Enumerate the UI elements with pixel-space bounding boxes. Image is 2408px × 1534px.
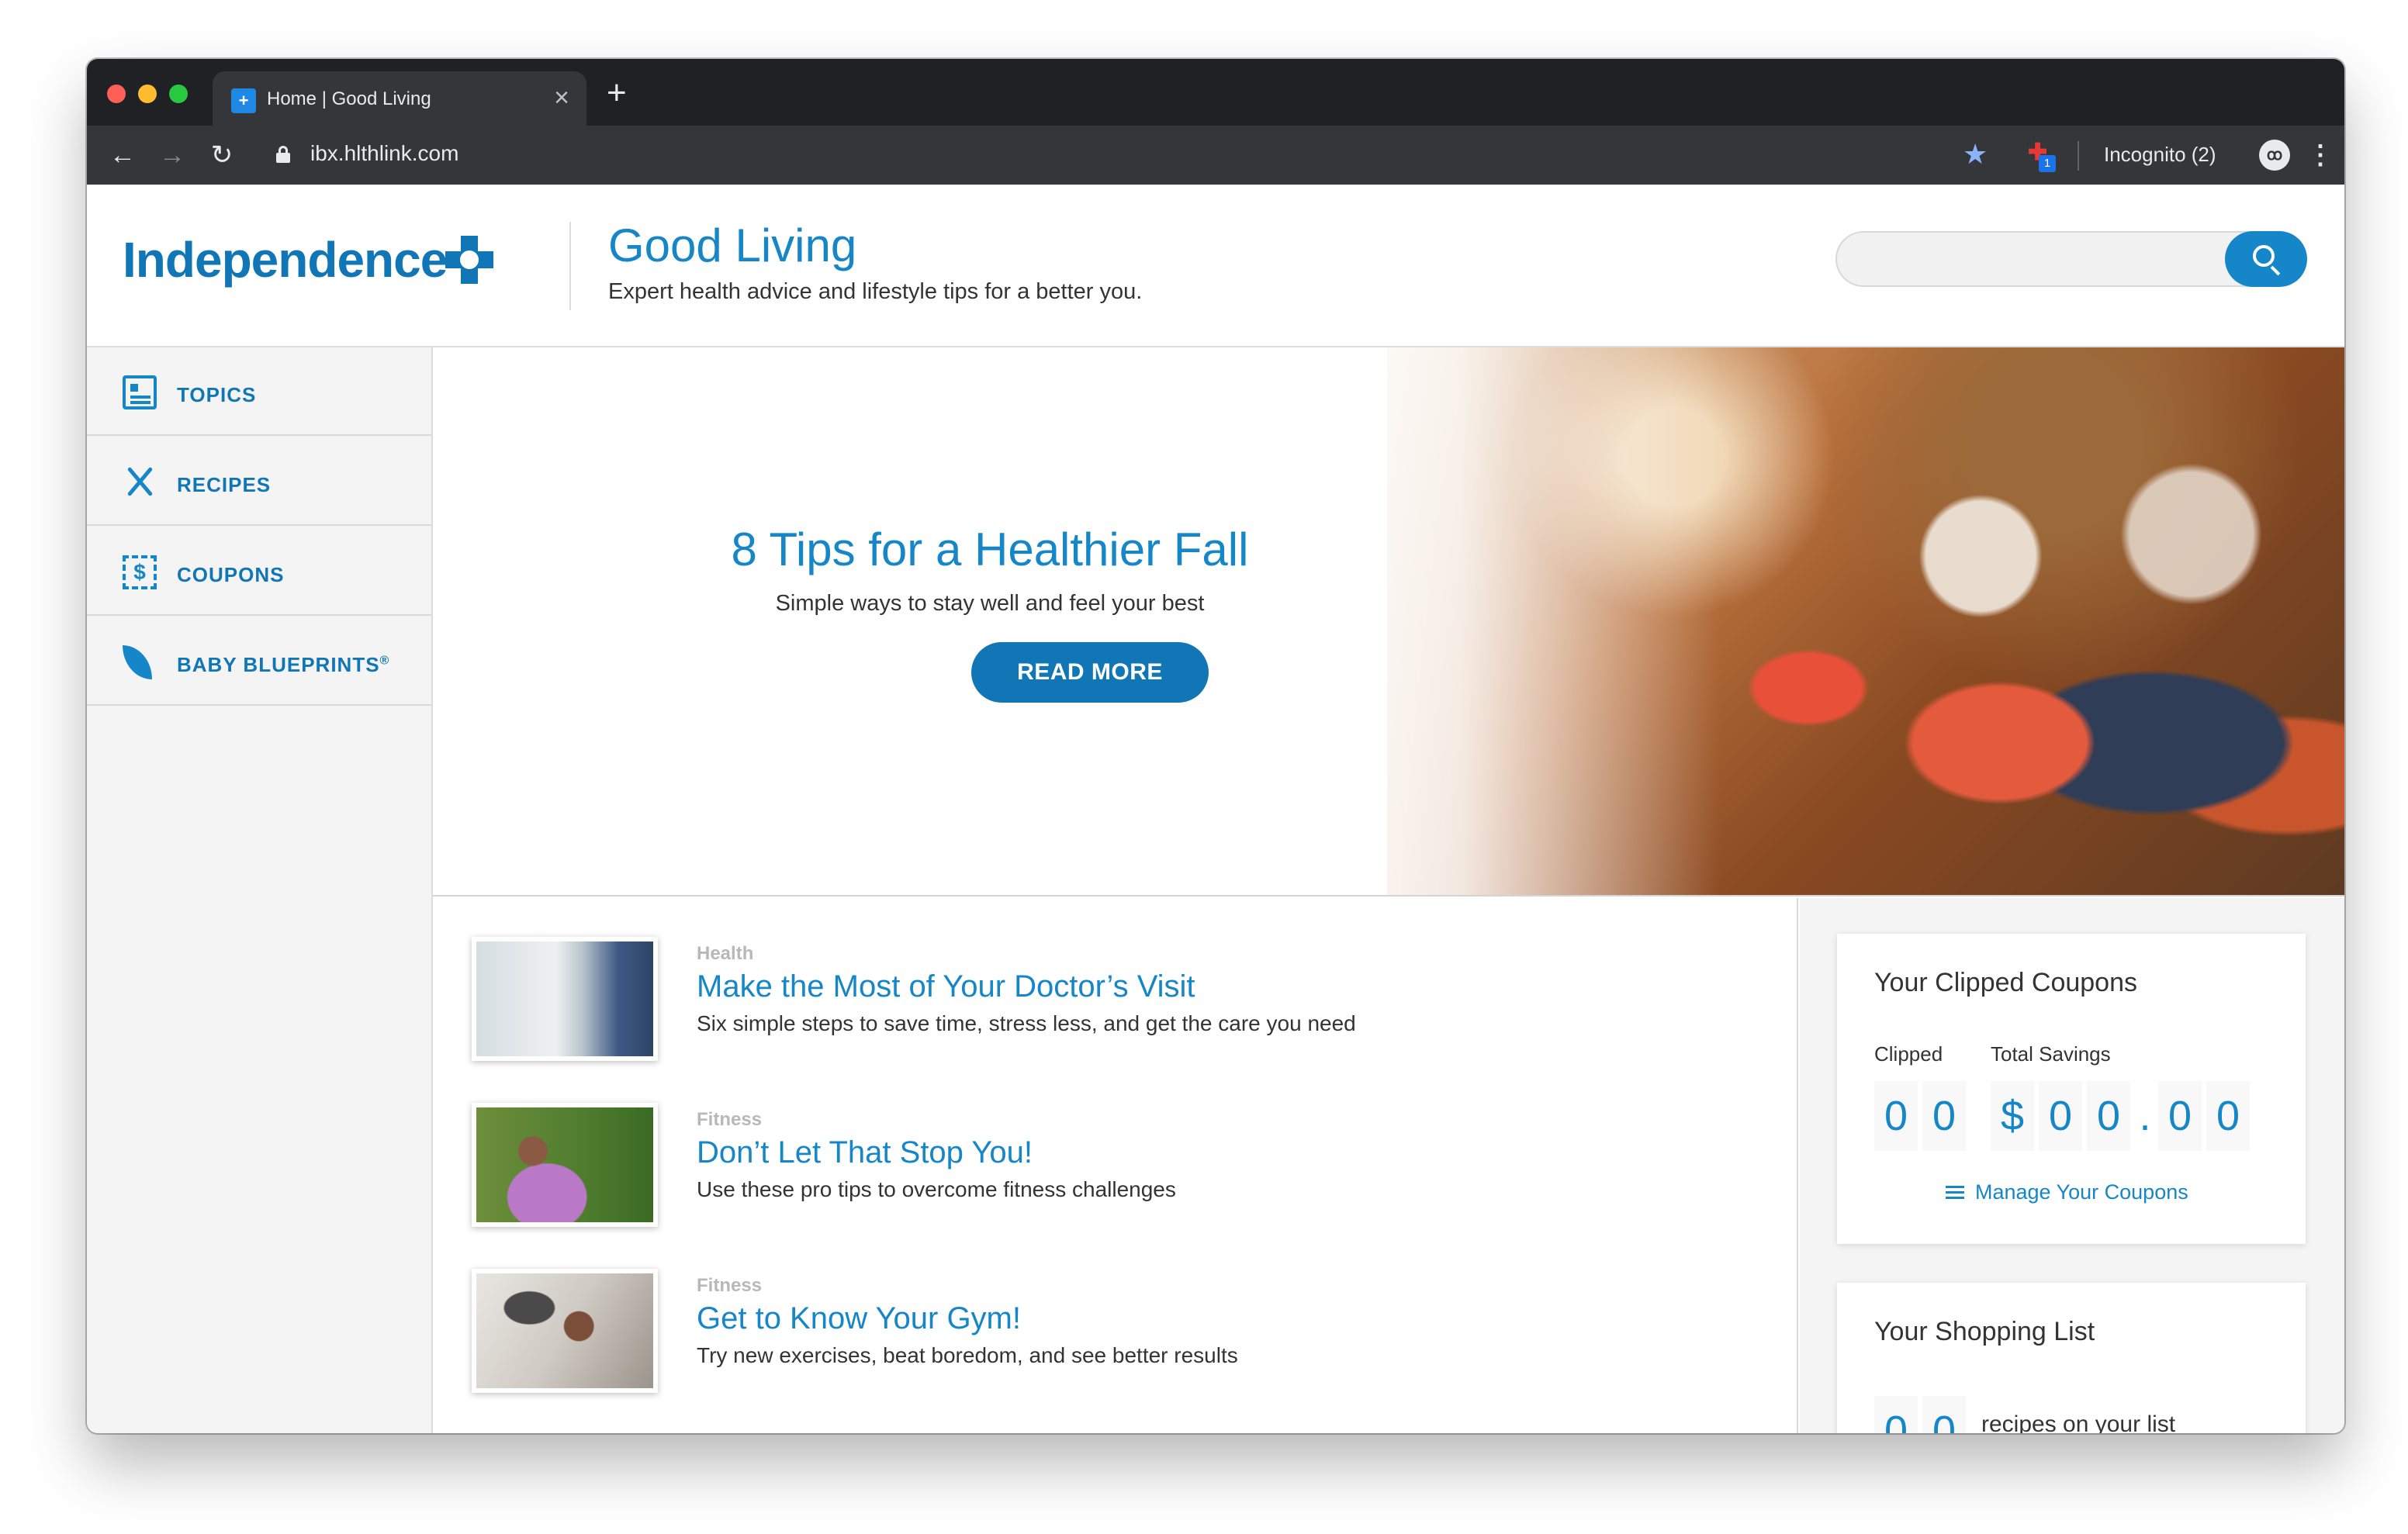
article-description: Try new exercises, beat boredom, and see…	[697, 1343, 1238, 1367]
sidebar-item-label: RECIPES	[177, 473, 272, 496]
article-title[interactable]: Get to Know Your Gym!	[697, 1301, 1021, 1336]
sidebar-item-coupons[interactable]: $ COUPONS	[87, 527, 431, 616]
savings-digit: $	[1991, 1081, 2034, 1151]
hero-subtitle: Simple ways to stay well and feel your b…	[775, 591, 1205, 616]
manage-coupons-link[interactable]: Manage Your Coupons	[1946, 1180, 2188, 1204]
tab-close-icon[interactable]: ×	[554, 82, 569, 113]
article-category: Health	[697, 943, 754, 964]
shopping-list-count-text[interactable]: recipes on your list	[1981, 1411, 2175, 1433]
search-input[interactable]	[1835, 231, 2251, 287]
sidebar-item-topics[interactable]: TOPICS	[87, 347, 431, 436]
list-item[interactable]: Health Make the Most of Your Doctor’s Vi…	[472, 937, 1775, 1069]
new-tab-button[interactable]: +	[607, 76, 627, 110]
newspaper-icon	[123, 375, 157, 409]
list-item[interactable]: Fitness Get to Know Your Gym! Try new ex…	[472, 1269, 1775, 1401]
right-column: Your Clipped Coupons Clipped Total Savin…	[1800, 898, 2344, 1433]
extension-badge: 1	[2039, 155, 2056, 172]
article-thumbnail[interactable]	[472, 1269, 658, 1393]
browser-tab[interactable]: + Home | Good Living ×	[213, 71, 586, 126]
article-title[interactable]: Make the Most of Your Doctor’s Visit	[697, 969, 1195, 1004]
browser-toolbar: ← → ↻ ibx.hlthlink.com ★ ✚ 1 Incognito (…	[87, 126, 2344, 185]
article-list: Health Make the Most of Your Doctor’s Vi…	[433, 898, 1798, 1433]
bookmark-star-icon[interactable]: ★	[1963, 135, 1988, 174]
browser-window: + Home | Good Living × + ← → ↻ ibx.hlthl…	[87, 59, 2344, 1433]
card-title: Your Clipped Coupons	[1874, 968, 2137, 997]
sidebar: TOPICS RECIPES $ COUPONS BABY BLUEPRINTS…	[87, 347, 433, 1433]
brand-logo[interactable]: Independence	[123, 231, 448, 288]
shopping-digit: 0	[1922, 1396, 1966, 1433]
article-thumbnail[interactable]	[472, 1103, 658, 1227]
toolbar-divider	[2078, 141, 2079, 171]
tab-title: Home | Good Living	[267, 88, 431, 109]
savings-digit: .	[2139, 1093, 2151, 1139]
article-category: Fitness	[697, 1275, 763, 1296]
article-title[interactable]: Don’t Let That Stop You!	[697, 1135, 1033, 1170]
maximize-window-button[interactable]	[169, 85, 188, 103]
sidebar-item-recipes[interactable]: RECIPES	[87, 437, 431, 526]
total-savings-label: Total Savings	[1991, 1042, 2111, 1066]
clipped-digit: 0	[1922, 1081, 1966, 1151]
list-menu-icon	[1946, 1186, 1964, 1189]
article-description: Six simple steps to save time, stress le…	[697, 1011, 1356, 1035]
savings-digit: 0	[2087, 1081, 2130, 1151]
savings-digit: 0	[2206, 1081, 2250, 1151]
sidebar-item-baby-blueprints[interactable]: BABY BLUEPRINTS®	[87, 617, 431, 706]
favicon-icon: +	[231, 88, 256, 113]
shopping-digit: 0	[1874, 1396, 1918, 1433]
utensils-icon	[123, 465, 157, 499]
read-more-button[interactable]: READ MORE	[971, 642, 1209, 703]
list-item[interactable]: Fitness Don’t Let That Stop You! Use the…	[472, 1103, 1775, 1235]
minimize-window-button[interactable]	[138, 85, 157, 103]
sidebar-item-label: TOPICS	[177, 383, 257, 406]
close-window-button[interactable]	[107, 85, 126, 103]
site-header: Independence Good Living Expert health a…	[87, 185, 2344, 347]
extension-icon[interactable]: ✚ 1	[2023, 138, 2057, 172]
site-tagline: Expert health advice and lifestyle tips …	[608, 279, 1143, 304]
site-title[interactable]: Good Living	[608, 219, 856, 272]
article-category: Fitness	[697, 1109, 763, 1130]
clipped-digit: 0	[1874, 1081, 1918, 1151]
reload-icon[interactable]: ↻	[203, 136, 240, 174]
search-button[interactable]	[2225, 231, 2307, 287]
browser-menu-icon[interactable]: ⋮	[2307, 136, 2334, 174]
sidebar-item-label-text: BABY BLUEPRINTS	[177, 653, 380, 676]
header-divider	[569, 222, 571, 310]
tab-strip: + Home | Good Living × +	[87, 59, 2344, 126]
savings-digit: 0	[2039, 1081, 2082, 1151]
hero-banner: 8 Tips for a Healthier Fall Simple ways …	[433, 347, 2344, 897]
blue-cross-logo-icon[interactable]	[445, 236, 493, 284]
forward-arrow-icon[interactable]: →	[154, 136, 191, 174]
back-arrow-icon[interactable]: ←	[104, 136, 141, 174]
registered-mark: ®	[379, 654, 390, 668]
search-icon	[2253, 245, 2275, 267]
clipped-coupons-card: Your Clipped Coupons Clipped Total Savin…	[1837, 934, 2306, 1244]
coupon-icon: $	[123, 555, 157, 589]
leaf-icon	[123, 645, 152, 679]
manage-coupons-label: Manage Your Coupons	[1975, 1180, 2188, 1204]
savings-digit: 0	[2158, 1081, 2202, 1151]
incognito-label[interactable]: Incognito (2)	[2104, 143, 2216, 167]
article-thumbnail[interactable]	[472, 937, 658, 1061]
lock-icon	[276, 146, 290, 163]
article-description: Use these pro tips to overcome fitness c…	[697, 1177, 1176, 1201]
address-bar[interactable]: ibx.hlthlink.com	[310, 141, 458, 166]
clipped-label: Clipped	[1874, 1042, 1943, 1066]
hero-title[interactable]: 8 Tips for a Healthier Fall	[433, 523, 1749, 576]
sidebar-item-label: COUPONS	[177, 563, 285, 586]
sidebar-item-label: BABY BLUEPRINTS®	[177, 653, 389, 677]
incognito-icon[interactable]: ꝏ	[2259, 140, 2290, 171]
shopping-list-card: Your Shopping List 0 0 recipes on your l…	[1837, 1283, 2306, 1433]
card-title: Your Shopping List	[1874, 1317, 2095, 1346]
